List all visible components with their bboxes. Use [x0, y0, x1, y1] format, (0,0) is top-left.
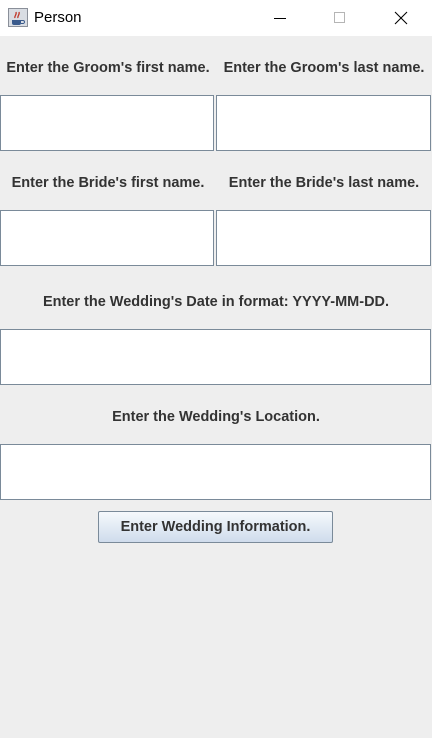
enter-wedding-information-button[interactable]: Enter Wedding Information.	[98, 511, 333, 543]
groom-last-name-label: Enter the Groom's last name.	[223, 60, 425, 76]
wedding-date-input[interactable]	[0, 329, 431, 385]
groom-first-name-label: Enter the Groom's first name.	[6, 60, 210, 76]
close-icon	[394, 11, 408, 25]
title-bar[interactable]: Person	[0, 0, 432, 36]
wedding-location-label: Enter the Wedding's Location.	[112, 409, 320, 425]
person-window: Person Enter the Groom's first name. Ent…	[0, 0, 432, 738]
minimize-icon	[274, 18, 286, 19]
window-title: Person	[34, 9, 82, 26]
wedding-date-label: Enter the Wedding's Date in format: YYYY…	[42, 294, 390, 310]
bride-first-name-input[interactable]	[0, 210, 214, 266]
close-button[interactable]	[378, 0, 424, 36]
bride-last-name-input[interactable]	[216, 210, 431, 266]
minimize-button[interactable]	[257, 0, 303, 36]
groom-first-name-input[interactable]	[0, 95, 214, 151]
java-cup-icon	[8, 8, 28, 27]
bride-first-name-label: Enter the Bride's first name.	[11, 175, 205, 191]
wedding-location-input[interactable]	[0, 444, 431, 500]
maximize-icon	[334, 12, 345, 23]
maximize-button[interactable]	[317, 0, 363, 36]
bride-last-name-label: Enter the Bride's last name.	[228, 175, 420, 191]
groom-last-name-input[interactable]	[216, 95, 431, 151]
